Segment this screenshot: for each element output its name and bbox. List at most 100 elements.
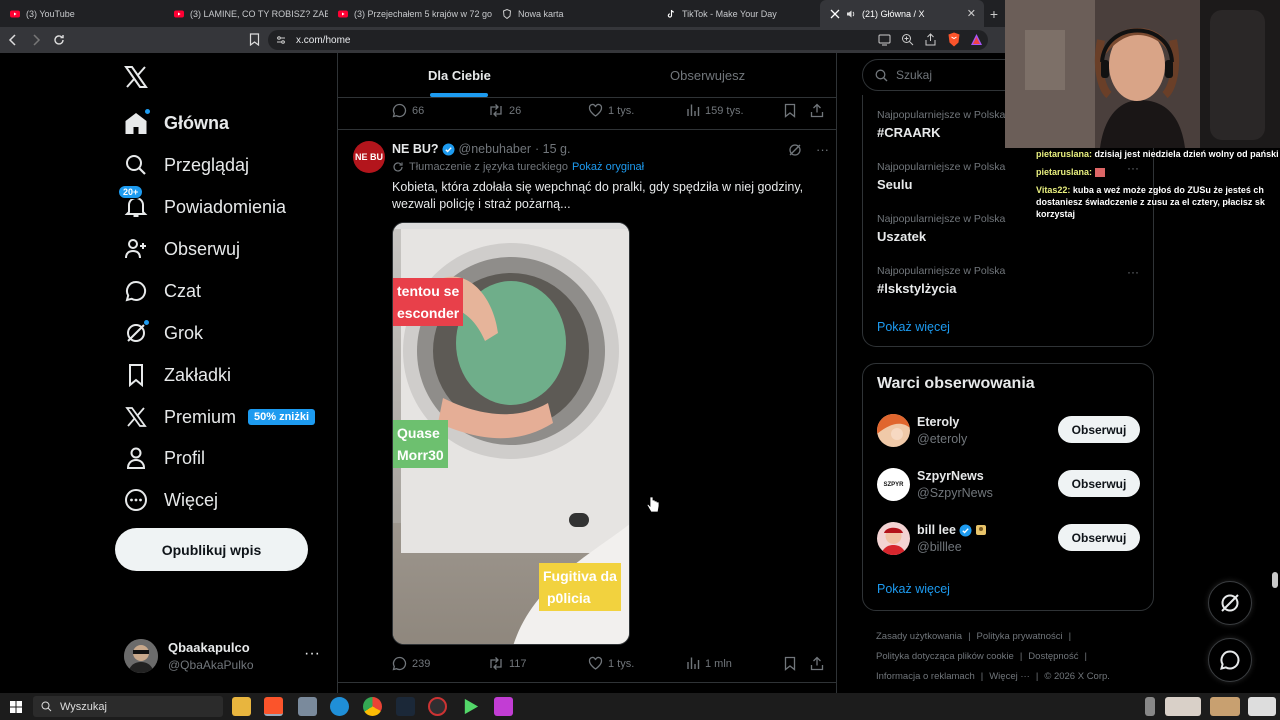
reply-button[interactable]: 239 bbox=[392, 656, 430, 671]
browser-tab-active[interactable]: (21) Główna / X ✕ bbox=[820, 0, 984, 27]
tray-widget-icon[interactable] bbox=[1165, 697, 1201, 716]
chrome-icon[interactable] bbox=[363, 697, 382, 716]
show-original-link[interactable]: Pokaż oryginał bbox=[572, 161, 644, 173]
sidebar-item-bookmarks[interactable]: Zakładki bbox=[124, 355, 231, 395]
sidebar-item-follow[interactable]: Obserwuj bbox=[124, 229, 240, 269]
mouse-cursor-icon bbox=[646, 496, 660, 513]
chat-fab[interactable] bbox=[1208, 638, 1252, 682]
reply-button[interactable]: 66 bbox=[392, 103, 424, 118]
bookmark-button[interactable] bbox=[784, 103, 796, 118]
sidebar-item-profile[interactable]: Profil bbox=[124, 438, 205, 478]
edge-icon[interactable] bbox=[330, 697, 349, 716]
close-tab-icon[interactable]: ✕ bbox=[967, 7, 976, 20]
post-button[interactable]: Opublikuj wpis bbox=[115, 528, 308, 571]
footer-link[interactable]: Dostępność bbox=[1028, 647, 1078, 667]
share-button[interactable] bbox=[810, 656, 824, 671]
tray-icon[interactable] bbox=[1145, 697, 1155, 716]
trend-item[interactable]: Najpopularniejsze w Polska #lskstylżycia… bbox=[877, 265, 1147, 296]
webcam-overlay bbox=[1005, 0, 1280, 148]
browser-tab[interactable]: (3) YouTube bbox=[0, 0, 164, 27]
trends-show-more-link[interactable]: Pokaż więcej bbox=[877, 320, 950, 334]
media-player-icon[interactable] bbox=[464, 698, 479, 715]
footer-link[interactable]: Więcej ··· bbox=[989, 667, 1030, 687]
app-icon[interactable] bbox=[298, 697, 317, 716]
share-button[interactable] bbox=[810, 103, 824, 118]
ellipsis-icon[interactable]: ··· bbox=[816, 142, 829, 157]
search-input[interactable]: Szukaj bbox=[862, 59, 1022, 91]
sidebar-item-more[interactable]: Więcej bbox=[124, 480, 218, 520]
sidebar-item-label: Więcej bbox=[164, 489, 219, 510]
footer-link[interactable]: Zasady użytkowania bbox=[876, 627, 962, 647]
ellipsis-icon[interactable]: ··· bbox=[304, 645, 320, 663]
post-actions: 239 117 1 tys. 1 mln bbox=[392, 654, 824, 674]
grok-icon[interactable] bbox=[788, 143, 802, 157]
author-avatar[interactable]: NE BU bbox=[353, 141, 385, 173]
bookmark-icon bbox=[784, 656, 796, 671]
footer-link[interactable]: Polityka prywatności bbox=[977, 627, 1063, 647]
reload-button[interactable] bbox=[49, 30, 69, 50]
follow-suggestion[interactable]: Eteroly @eteroly Obserwuj bbox=[877, 414, 1147, 450]
like-button[interactable]: 1 tys. bbox=[588, 656, 634, 671]
obs-icon[interactable] bbox=[428, 697, 447, 716]
bookmark-page-icon[interactable] bbox=[249, 33, 260, 46]
post[interactable]: NE BU NE BU? @nebuhaber · 15 g. ··· Tłum… bbox=[338, 129, 836, 683]
sidebar-item-chat[interactable]: Czat bbox=[124, 271, 201, 311]
account-switcher[interactable]: Qbaakapulco @QbaAkaPulko ··· bbox=[124, 637, 324, 677]
who-to-follow-show-more-link[interactable]: Pokaż więcej bbox=[877, 582, 950, 596]
like-button[interactable]: 1 tys. bbox=[588, 103, 634, 118]
tab-for-you[interactable]: Dla Ciebie bbox=[428, 68, 491, 83]
post-divider bbox=[338, 682, 836, 683]
brave-shields-icon[interactable] bbox=[947, 32, 961, 47]
x-logo-icon[interactable] bbox=[124, 65, 148, 89]
post-author[interactable]: NE BU? @nebuhaber · 15 g. bbox=[392, 142, 570, 156]
follow-button[interactable]: Obserwuj bbox=[1058, 416, 1140, 443]
ellipsis-icon[interactable]: ··· bbox=[1127, 265, 1139, 279]
browser-tab[interactable]: (3) Przejechałem 5 krajów w 72 godz bbox=[328, 0, 492, 27]
footer-link[interactable]: Informacja o reklamach bbox=[876, 667, 975, 687]
sidebar-item-explore[interactable]: Przeglądaj bbox=[124, 145, 249, 185]
follow-button[interactable]: Obserwuj bbox=[1058, 470, 1140, 497]
views-button[interactable]: 159 tys. bbox=[686, 103, 744, 118]
file-explorer-icon[interactable] bbox=[232, 697, 251, 716]
post-video[interactable]: tentou se esconder Quase Morr30 Fugitiva… bbox=[392, 222, 630, 645]
tray-widget-icon[interactable] bbox=[1248, 697, 1276, 716]
youtube-icon bbox=[174, 10, 184, 17]
browser-tab[interactable]: (3) LAMINE, CO TY ROBISZ? ZABAWA bbox=[164, 0, 328, 27]
windows-start-icon[interactable] bbox=[10, 701, 22, 713]
bookmark-button[interactable] bbox=[784, 656, 796, 671]
panel-title: Warci obserwowania bbox=[877, 375, 1035, 392]
browser-tab[interactable]: Nowa karta bbox=[492, 0, 656, 27]
forward-button[interactable] bbox=[26, 30, 46, 50]
follow-suggestion[interactable]: bill lee @billlee Obserwuj bbox=[877, 522, 1147, 558]
brave-browser-icon[interactable] bbox=[264, 697, 283, 716]
who-to-follow-panel: Warci obserwowania Eteroly @eteroly Obse… bbox=[862, 363, 1154, 611]
grok-fab[interactable] bbox=[1208, 581, 1252, 625]
scrollbar-thumb[interactable] bbox=[1272, 572, 1278, 588]
notification-badge: 20+ bbox=[118, 185, 144, 199]
steam-icon[interactable] bbox=[396, 697, 415, 716]
sidebar-item-grok[interactable]: Grok bbox=[124, 313, 203, 353]
sidebar-item-notifications[interactable]: 20+ Powiadomienia bbox=[118, 185, 286, 227]
tab-following[interactable]: Obserwujesz bbox=[670, 68, 745, 83]
chat-message: pietaruslana: bbox=[1036, 166, 1280, 178]
repost-button[interactable]: 26 bbox=[488, 103, 521, 118]
views-button[interactable]: 1 mln bbox=[686, 656, 732, 671]
taskbar-search-input[interactable]: Wyszukaj bbox=[33, 696, 223, 717]
sidebar-item-premium[interactable]: Premium 50% zniżki bbox=[124, 397, 316, 437]
browser-tab[interactable]: TikTok - Make Your Day bbox=[656, 0, 820, 27]
site-settings-icon bbox=[277, 36, 285, 44]
back-button[interactable] bbox=[3, 30, 23, 50]
sidebar-item-home[interactable]: Główna bbox=[124, 103, 229, 143]
cast-icon[interactable] bbox=[878, 33, 891, 46]
new-tab-button[interactable]: + bbox=[984, 6, 1004, 22]
follow-suggestion[interactable]: SZPYR SzpyrNews @SzpyrNews Obserwuj bbox=[877, 468, 1147, 504]
footer-link[interactable]: Polityka dotycząca plików cookie bbox=[876, 647, 1014, 667]
browser-tab-label: Nowa karta bbox=[518, 8, 564, 19]
search-icon bbox=[41, 701, 52, 712]
zoom-icon[interactable] bbox=[901, 33, 914, 46]
brave-rewards-icon[interactable] bbox=[970, 33, 983, 46]
share-icon[interactable] bbox=[924, 33, 937, 46]
app-icon[interactable] bbox=[494, 697, 513, 716]
repost-button[interactable]: 117 bbox=[488, 656, 527, 671]
follow-button[interactable]: Obserwuj bbox=[1058, 524, 1140, 551]
